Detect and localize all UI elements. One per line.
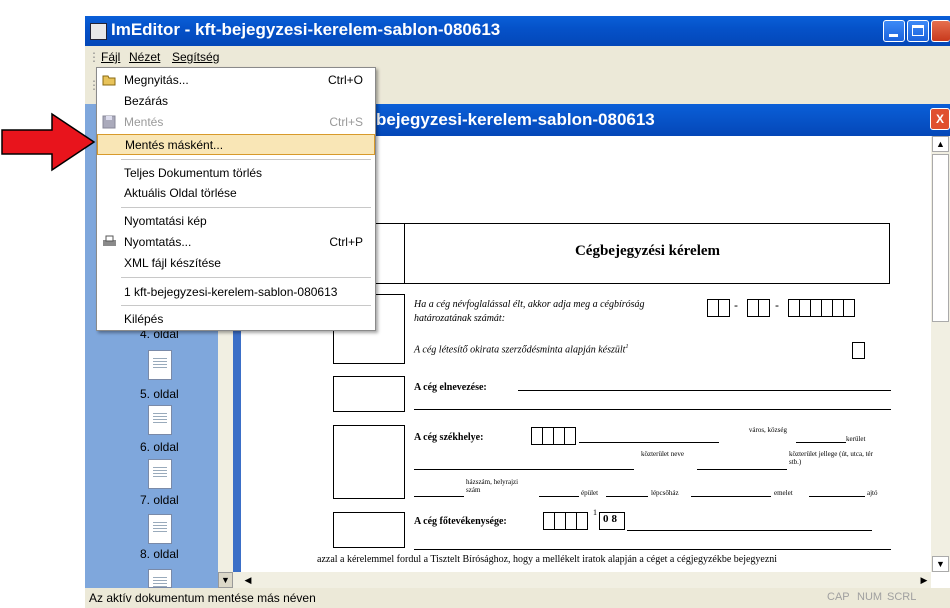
menu-separator [121, 159, 371, 160]
menu-item-save[interactable]: Mentés Ctrl+S [97, 112, 375, 133]
company-name-label: A cég elnevezése: [414, 382, 487, 393]
door-line [809, 496, 865, 497]
house-number-line [414, 496, 464, 497]
district-caption: kerület [846, 435, 866, 443]
document-close-button[interactable]: X [930, 108, 950, 130]
menu-item-print-preview[interactable]: Nyomtatási kép [97, 211, 375, 232]
status-bar: Az aktív dokumentum mentése más néven CA… [85, 588, 950, 608]
folder-open-icon [102, 75, 116, 86]
building-caption: épület [581, 489, 599, 497]
registration-number-text: Ha a cég névfoglalással élt, akkor adja … [414, 299, 645, 324]
page-thumbnail-7[interactable] [148, 459, 172, 489]
code-box-2 [333, 376, 405, 412]
menu-item-close[interactable]: Bezárás [97, 91, 375, 112]
floor-line [691, 496, 771, 497]
caps-indicator: CAP [827, 591, 850, 603]
menu-item-delete-page[interactable]: Aktuális Oldal törlése [97, 183, 375, 204]
page-thumbnail-9[interactable] [148, 569, 172, 589]
menu-item-save-as[interactable]: Mentés másként... [97, 134, 375, 155]
dash-1: - [734, 298, 738, 312]
page-label-8[interactable]: 8. oldal [140, 547, 179, 561]
page-thumbnail-6[interactable] [148, 405, 172, 435]
company-name-line-2 [414, 409, 891, 410]
city-line [579, 442, 719, 443]
floor-caption: emelet [774, 489, 793, 497]
page-label-6[interactable]: 6. oldal [140, 440, 179, 454]
street-name-caption: közterület neve [641, 450, 684, 458]
app-icon[interactable] [90, 23, 107, 40]
menubar-grip: ⋮ [88, 50, 100, 64]
activity-label: A cég főtevékenysége: [414, 516, 507, 527]
seat-label: A cég székhelye: [414, 432, 484, 443]
scroll-left-icon[interactable]: ◀ [241, 573, 255, 587]
red-arrow-icon [1, 112, 96, 172]
floppy-disk-icon [102, 115, 116, 129]
menu-item-xml-export[interactable]: XML fájl készítése [97, 253, 375, 274]
menu-help[interactable]: Segítség [172, 50, 219, 64]
minimize-button[interactable] [883, 20, 905, 42]
template-checkbox[interactable] [852, 342, 865, 359]
document-vertical-scrollbar[interactable]: ▲ ▼ [931, 136, 950, 572]
document-horizontal-scrollbar[interactable]: ◀ ▶ [233, 572, 931, 588]
page-label-7[interactable]: 7. oldal [140, 493, 179, 507]
menu-file[interactable]: Fájl [101, 50, 120, 64]
form-header-box: Cégbejegyzési kérelem [333, 223, 890, 284]
scroll-indicator: SCRL [887, 591, 917, 603]
menu-item-open[interactable]: Megnyitás... Ctrl+O [97, 70, 375, 91]
code-box-4 [333, 512, 405, 548]
postcode-digits[interactable] [531, 427, 576, 445]
city-caption: város, község [748, 426, 787, 434]
page-label-5[interactable]: 5. oldal [140, 387, 179, 401]
digits-b[interactable] [747, 299, 770, 317]
company-name-line [518, 390, 891, 391]
activity-suffix: 08 [599, 512, 625, 530]
street-type-line [697, 469, 787, 470]
status-text: Az aktív dokumentum mentése más néven [89, 591, 316, 605]
file-menu: Megnyitás... Ctrl+O Bezárás Mentés Ctrl+… [96, 67, 376, 331]
footer-text: azzal a kérelemmel fordul a Tisztelt Bír… [317, 554, 778, 565]
street-type-caption: közterület jellege (út, utca, tér stb.) [789, 450, 873, 466]
digits-a[interactable] [707, 299, 730, 317]
scroll-down-icon[interactable]: ▼ [218, 572, 233, 588]
close-button[interactable] [931, 20, 950, 42]
scroll-up-icon[interactable]: ▲ [932, 136, 949, 152]
menu-separator [121, 305, 371, 306]
menu-view[interactable]: Nézet [129, 50, 160, 64]
door-caption: ajtó [867, 489, 878, 497]
printer-icon [103, 235, 116, 246]
digits-c[interactable] [788, 299, 855, 317]
window-title: ImEditor - kft-bejegyzesi-kerelem-sablon… [111, 20, 501, 39]
street-line [414, 469, 634, 470]
menu-bar: ⋮ Fájl Nézet Segítség [85, 46, 950, 68]
template-based-text: A cég létesítő okirata szerződésminta al… [414, 344, 629, 356]
house-number-caption: házszám, helyrajzi szám [466, 478, 519, 494]
menu-item-recent-file[interactable]: 1 kft-bejegyzesi-kerelem-sablon-080613 [97, 282, 375, 303]
form-heading: Cégbejegyzési kérelem [574, 243, 721, 259]
menu-item-exit[interactable]: Kilépés [97, 309, 375, 330]
district-line [796, 442, 846, 443]
scroll-down-icon[interactable]: ▼ [932, 556, 949, 572]
menu-item-delete-document[interactable]: Teljes Dokumentum törlés [97, 163, 375, 184]
code-box-3 [333, 425, 405, 499]
staircase-caption: lépcsőház [651, 489, 679, 497]
maximize-button[interactable] [907, 20, 929, 42]
main-title-bar[interactable]: ImEditor - kft-bejegyzesi-kerelem-sablon… [85, 16, 950, 46]
num-indicator: NUM [857, 591, 883, 603]
document-title: bejegyzesi-kerelem-sablon-080613 [376, 110, 655, 129]
dash-2: - [775, 298, 779, 312]
activity-digits[interactable] [543, 512, 588, 530]
building-line [539, 496, 579, 497]
vertical-scroll-thumb[interactable] [932, 154, 949, 322]
activity-sup: 1 [593, 508, 597, 517]
activity-line-2 [414, 549, 891, 550]
menu-separator [121, 207, 371, 208]
menu-separator [121, 277, 371, 278]
page-thumbnail-5[interactable] [148, 350, 172, 380]
page-thumbnail-8[interactable] [148, 514, 172, 544]
staircase-line [606, 496, 648, 497]
scroll-right-icon[interactable]: ▶ [917, 573, 931, 587]
menu-item-print[interactable]: Nyomtatás... Ctrl+P [97, 232, 375, 253]
activity-line [627, 530, 872, 531]
